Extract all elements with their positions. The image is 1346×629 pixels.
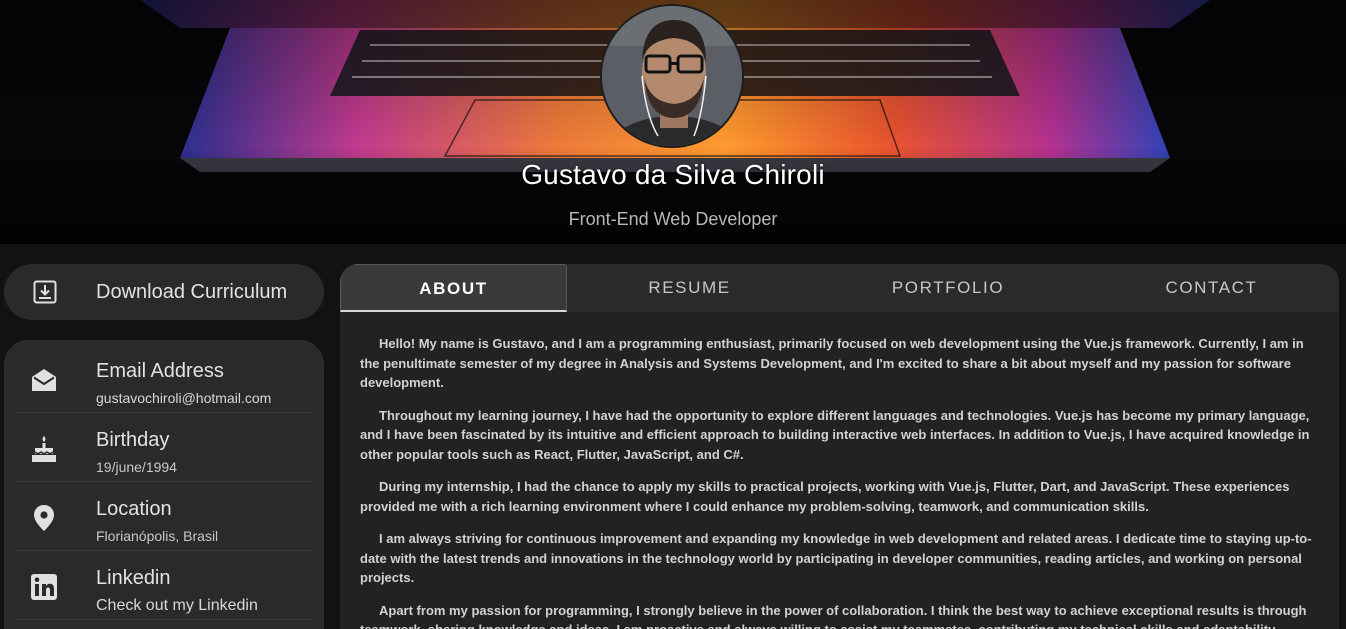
download-curriculum-label: Download Curriculum bbox=[96, 281, 288, 303]
tab-contact[interactable]: CONTACT bbox=[1084, 264, 1339, 312]
main-panel: ABOUT RESUME PORTFOLIO CONTACT Hello! My… bbox=[340, 264, 1339, 629]
about-paragraph: Hello! My name is Gustavo, and I am a pr… bbox=[360, 336, 1304, 390]
download-curriculum-button[interactable]: Download Curriculum bbox=[4, 264, 324, 320]
cake-icon bbox=[30, 435, 58, 463]
location-value: Florianópolis, Brasil bbox=[96, 528, 219, 544]
birthday-title: Birthday bbox=[96, 429, 170, 451]
tab-portfolio[interactable]: PORTFOLIO bbox=[812, 264, 1084, 312]
linkedin-icon bbox=[30, 573, 58, 601]
tab-resume[interactable]: RESUME bbox=[567, 264, 812, 312]
info-item-email: Email Address gustavochiroli@hotmail.com bbox=[16, 344, 312, 413]
email-value[interactable]: gustavochiroli@hotmail.com bbox=[96, 390, 271, 406]
tab-bar: ABOUT RESUME PORTFOLIO CONTACT bbox=[340, 264, 1339, 312]
linkedin-title: Linkedin bbox=[96, 567, 171, 589]
download-icon bbox=[33, 280, 57, 304]
about-paragraph: I am always striving for continuous impr… bbox=[360, 531, 1312, 585]
map-pin-icon bbox=[30, 504, 58, 532]
birthday-value: 19/june/1994 bbox=[96, 459, 177, 475]
info-item-birthday: Birthday 19/june/1994 bbox=[16, 413, 312, 482]
avatar bbox=[600, 4, 744, 148]
envelope-open-icon bbox=[30, 366, 58, 394]
about-section: Hello! My name is Gustavo, and I am a pr… bbox=[360, 334, 1314, 629]
tab-about[interactable]: ABOUT bbox=[340, 264, 567, 312]
linkedin-link[interactable]: Check out my Linkedin bbox=[96, 597, 258, 615]
info-item-linkedin: Linkedin Check out my Linkedin bbox=[16, 551, 312, 620]
avatar-portrait bbox=[602, 6, 742, 146]
about-paragraph: During my internship, I had the chance t… bbox=[360, 479, 1290, 514]
about-paragraph: Apart from my passion for programming, I… bbox=[360, 602, 1307, 629]
profile-name: Gustavo da Silva Chiroli bbox=[521, 159, 825, 190]
about-paragraph: Throughout my learning journey, I have h… bbox=[360, 407, 1310, 462]
location-title: Location bbox=[96, 498, 172, 520]
hero-banner: Gustavo da Silva Chiroli Front-End Web D… bbox=[0, 0, 1346, 244]
email-title: Email Address bbox=[96, 360, 224, 382]
contact-info-card: Email Address gustavochiroli@hotmail.com… bbox=[4, 340, 324, 629]
info-item-location: Location Florianópolis, Brasil bbox=[16, 482, 312, 551]
profile-role: Front-End Web Developer bbox=[568, 209, 778, 229]
